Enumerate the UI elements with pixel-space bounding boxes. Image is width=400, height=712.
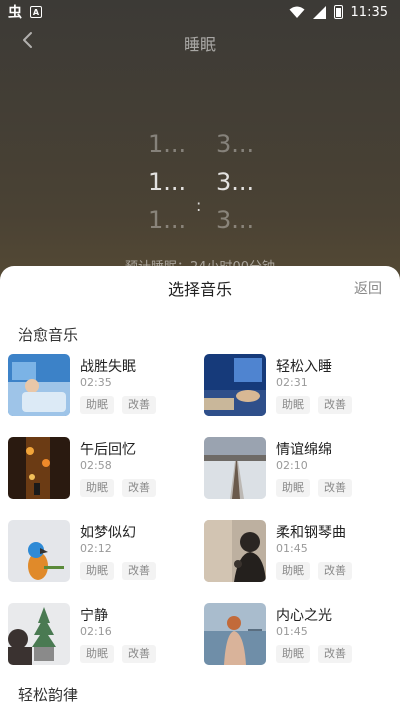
music-title: 宁静 [80, 608, 108, 624]
clock: 11:35 [350, 4, 388, 20]
tag-sleep-aid: 助眠 [80, 645, 114, 663]
music-card[interactable]: 午后回忆 02:58 助眠 改善 [8, 437, 198, 501]
minute-option-next[interactable]: 3... [216, 206, 254, 234]
music-duration: 02:31 [276, 376, 308, 389]
music-card[interactable]: 柔和钢琴曲 01:45 助眠 改善 [204, 520, 394, 584]
music-duration: 02:58 [80, 459, 112, 472]
music-duration: 02:16 [80, 625, 112, 638]
music-duration: 01:45 [276, 625, 308, 638]
music-title: 战胜失眠 [80, 359, 136, 375]
status-bar: 虫 A 11:35 [0, 0, 400, 24]
music-title: 情谊绵绵 [276, 442, 332, 458]
music-title: 午后回忆 [80, 442, 136, 458]
tag-improve: 改善 [318, 479, 352, 497]
tag-improve: 改善 [318, 396, 352, 414]
music-duration: 02:35 [80, 376, 112, 389]
hour-option-selected[interactable]: 1... [148, 168, 186, 196]
picker-separator: : [196, 196, 202, 215]
tag-sleep-aid: 助眠 [80, 396, 114, 414]
music-thumbnail [8, 354, 70, 416]
page-title: 睡眠 [183, 35, 216, 54]
music-thumbnail [8, 520, 70, 582]
sheet-title: 选择音乐 [167, 280, 232, 299]
tag-sleep-aid: 助眠 [276, 562, 310, 580]
music-thumbnail [8, 437, 70, 499]
hour-option-prev[interactable]: 1... [148, 130, 186, 158]
music-thumbnail [204, 603, 266, 665]
return-button[interactable]: 返回 [354, 278, 382, 298]
minute-option-selected[interactable]: 3... [216, 168, 254, 196]
music-thumbnail [204, 354, 266, 416]
music-thumbnail [204, 520, 266, 582]
tag-sleep-aid: 助眠 [80, 479, 114, 497]
music-card[interactable]: 情谊绵绵 02:10 助眠 改善 [204, 437, 394, 501]
section-title-healing: 治愈音乐 [18, 326, 79, 344]
tag-improve: 改善 [122, 645, 156, 663]
music-card[interactable]: 轻松入睡 02:31 助眠 改善 [204, 354, 394, 418]
music-picker-sheet: 选择音乐 返回 治愈音乐 战胜失眠 02:35 助眠 改善 轻松入睡 02:31… [0, 266, 400, 712]
music-title: 轻松入睡 [276, 359, 332, 375]
tag-sleep-aid: 助眠 [80, 562, 114, 580]
music-title: 如梦似幻 [80, 525, 136, 541]
tag-improve: 改善 [122, 562, 156, 580]
tag-sleep-aid: 助眠 [276, 645, 310, 663]
music-card[interactable]: 内心之光 01:45 助眠 改善 [204, 603, 394, 667]
tag-sleep-aid: 助眠 [276, 479, 310, 497]
music-duration: 01:45 [276, 542, 308, 555]
tag-improve: 改善 [122, 479, 156, 497]
music-duration: 02:12 [80, 542, 112, 555]
tag-improve: 改善 [122, 396, 156, 414]
music-thumbnail [8, 603, 70, 665]
section-title-relax: 轻松韵律 [18, 686, 79, 704]
wifi-icon [289, 6, 305, 18]
music-card[interactable]: 如梦似幻 02:12 助眠 改善 [8, 520, 198, 584]
time-picker[interactable]: 1... 1... 1... : 3... 3... 3... [0, 120, 400, 250]
music-thumbnail [204, 437, 266, 499]
music-card[interactable]: 宁静 02:16 助眠 改善 [8, 603, 198, 667]
hour-option-next[interactable]: 1... [148, 206, 186, 234]
app-notification-icon: 虫 [8, 5, 22, 21]
minute-option-prev[interactable]: 3... [216, 130, 254, 158]
signal-icon [312, 5, 326, 19]
tag-improve: 改善 [318, 562, 352, 580]
tag-sleep-aid: 助眠 [276, 396, 310, 414]
music-card[interactable]: 战胜失眠 02:35 助眠 改善 [8, 354, 198, 418]
tag-improve: 改善 [318, 645, 352, 663]
music-title: 内心之光 [276, 608, 332, 624]
music-duration: 02:10 [276, 459, 308, 472]
a-notification-icon: A [30, 6, 42, 18]
battery-icon [333, 5, 343, 19]
music-title: 柔和钢琴曲 [276, 525, 346, 541]
